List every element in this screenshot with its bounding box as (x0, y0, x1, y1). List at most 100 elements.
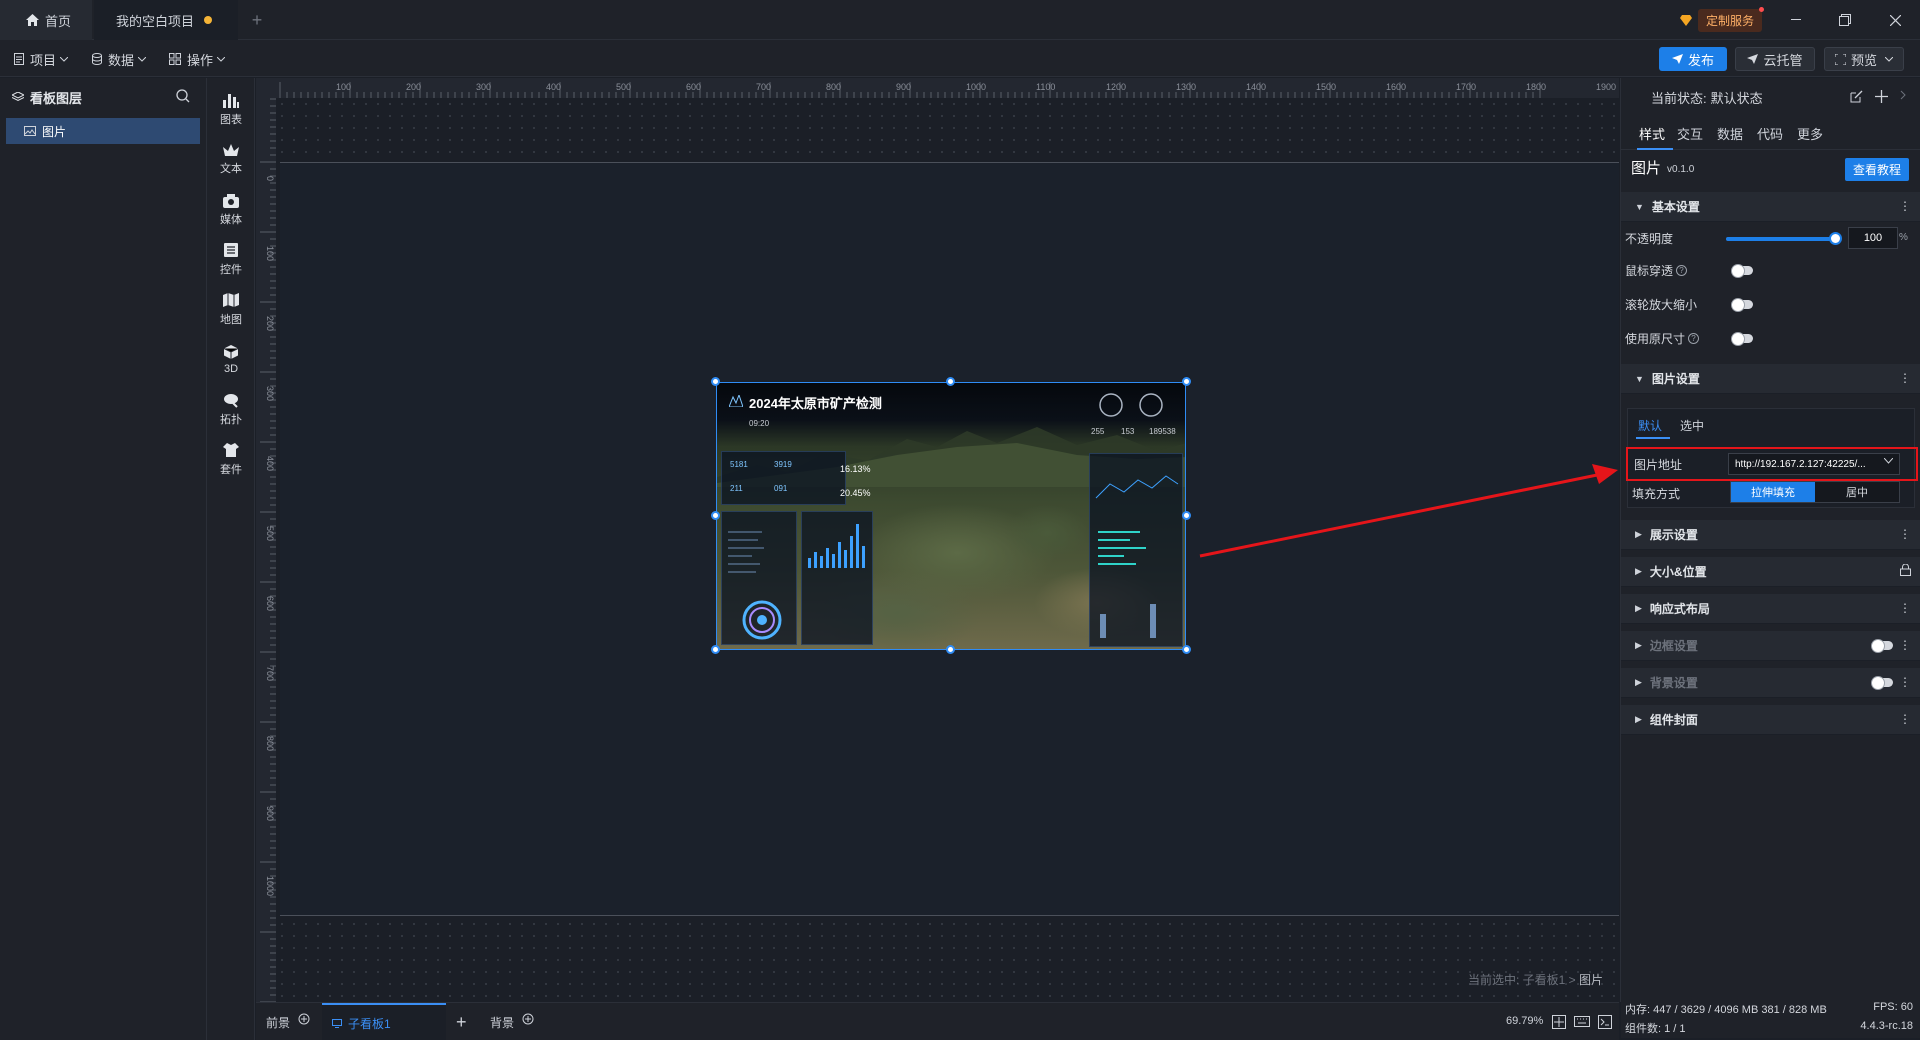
mini-bar-graphic (808, 524, 865, 568)
chevron-right-icon[interactable] (1900, 90, 1906, 103)
tab-code[interactable]: 代码 (1757, 124, 1783, 143)
vertical-ruler[interactable]: 0 100 200 300 400 500 600 700 800 900 1000 (256, 78, 276, 1002)
section-basic-settings[interactable]: ▼ 基本设置 ⋮ (1621, 192, 1920, 222)
image-component[interactable]: 2024年太原市矿产检测 09:20 5181 3919 211 091 16.… (716, 382, 1186, 650)
section-component-cover[interactable]: ▶ 组件封面 ⋮ (1621, 705, 1920, 735)
subtab-default[interactable]: 默认 (1638, 417, 1662, 434)
component-map[interactable]: 地图 (207, 284, 255, 334)
add-board-button[interactable]: + (456, 1003, 467, 1040)
caret-right-icon: ▶ (1635, 714, 1642, 724)
opacity-input[interactable]: 100 (1848, 227, 1898, 249)
fill-center-option[interactable]: 居中 (1815, 482, 1899, 502)
gauge-value: 255 (1091, 427, 1105, 436)
section-image-settings[interactable]: ▼ 图片设置 ⋮ (1621, 364, 1920, 394)
menu-operate[interactable]: 操作 (169, 49, 226, 69)
section-size-position[interactable]: ▶ 大小&位置 (1621, 557, 1920, 587)
view-tutorial-button[interactable]: 查看教程 (1844, 158, 1909, 181)
ruler-tick-label: 400 (265, 456, 275, 471)
restore-button[interactable] (1834, 10, 1856, 30)
resize-handle-w[interactable] (711, 511, 720, 520)
edit-icon[interactable] (1850, 90, 1863, 103)
component-widget[interactable]: 控件 (207, 234, 255, 284)
kebab-menu-icon[interactable]: ⋮ (1899, 199, 1911, 213)
resize-handle-se[interactable] (1182, 645, 1191, 654)
add-tab-button[interactable]: + (246, 0, 268, 40)
state-value[interactable]: 默认状态 (1711, 88, 1763, 107)
zoom-level[interactable]: 69.79% (1506, 1015, 1543, 1027)
original-size-row: 使用原尺寸? (1621, 324, 1920, 352)
resize-handle-nw[interactable] (711, 377, 720, 386)
add-icon[interactable] (1875, 90, 1888, 103)
resize-handle-n[interactable] (946, 377, 955, 386)
border-toggle[interactable] (1871, 639, 1893, 653)
search-icon[interactable] (176, 89, 190, 103)
subtab-selected[interactable]: 选中 (1680, 417, 1704, 434)
component-topology[interactable]: 拓扑 (207, 384, 255, 434)
caret-down-icon: ▼ (1635, 373, 1644, 384)
menu-project[interactable]: 项目 (14, 49, 69, 69)
component-3d[interactable]: 3D (207, 334, 255, 384)
kebab-menu-icon[interactable]: ⋮ (1899, 527, 1911, 541)
tab-style[interactable]: 样式 (1639, 124, 1665, 143)
original-size-toggle[interactable] (1731, 331, 1753, 346)
help-icon[interactable]: ? (1688, 332, 1700, 344)
tab-interaction[interactable]: 交互 (1677, 124, 1703, 143)
image-url-select[interactable]: http://192.167.2.127:42225/... (1728, 453, 1900, 475)
kebab-menu-icon[interactable]: ⋮ (1899, 638, 1911, 652)
ruler-tick-label: 700 (756, 82, 771, 92)
custom-service-button[interactable]: 定制服务 (1680, 6, 1765, 32)
mouse-through-toggle[interactable] (1731, 263, 1753, 278)
tab-background[interactable]: 背景 (490, 1003, 534, 1040)
horizontal-ruler[interactable]: 100 200 300 400 500 600 700 800 900 1000 1100 1200 1… (256, 78, 1619, 98)
wheel-zoom-toggle[interactable] (1731, 297, 1753, 312)
component-topology-label: 拓扑 (220, 413, 242, 426)
background-toggle[interactable] (1871, 676, 1893, 690)
ruler-tick-label: 1000 (966, 82, 986, 92)
section-border-settings[interactable]: ▶ 边框设置 ⋮ (1621, 631, 1920, 661)
preview-button[interactable]: 预览 (1824, 47, 1904, 71)
gauge-value: 153 (1121, 427, 1135, 436)
terminal-icon[interactable] (1598, 1015, 1612, 1029)
cloud-hosting-button[interactable]: 云托管 (1735, 47, 1815, 71)
tab-foreground[interactable]: 前景 (266, 1003, 310, 1040)
menu-data[interactable]: 数据 (92, 49, 147, 69)
kebab-menu-icon[interactable]: ⋮ (1899, 371, 1911, 385)
kebab-menu-icon[interactable]: ⋮ (1899, 675, 1911, 689)
opacity-slider-handle[interactable] (1829, 232, 1842, 245)
publish-button[interactable]: 发布 (1659, 47, 1727, 71)
opacity-slider[interactable] (1726, 232, 1842, 245)
lock-icon[interactable] (1900, 564, 1911, 576)
chevron-down-icon (138, 56, 147, 62)
kebab-menu-icon[interactable]: ⋮ (1899, 712, 1911, 726)
component-media[interactable]: 媒体 (207, 184, 255, 234)
resize-handle-s[interactable] (946, 645, 955, 654)
original-size-label: 使用原尺寸 (1625, 331, 1686, 346)
opacity-label: 不透明度 (1625, 231, 1674, 246)
add-circle-icon[interactable] (522, 1013, 534, 1025)
caret-right-icon: ▶ (1635, 603, 1642, 613)
caret-right-icon: ▶ (1635, 640, 1642, 650)
close-icon[interactable] (1884, 10, 1906, 30)
kebab-menu-icon[interactable]: ⋮ (1899, 601, 1911, 615)
section-background-settings[interactable]: ▶ 背景设置 ⋮ (1621, 668, 1920, 698)
resize-handle-ne[interactable] (1182, 377, 1191, 386)
tab-home[interactable]: 首页 (0, 0, 92, 40)
layer-item-image[interactable]: 图片 (6, 118, 200, 144)
section-display-settings[interactable]: ▶ 展示设置 ⋮ (1621, 520, 1920, 550)
tab-data[interactable]: 数据 (1717, 124, 1743, 143)
keyboard-icon[interactable] (1574, 1016, 1590, 1027)
fill-stretch-option[interactable]: 拉伸填充 (1731, 482, 1815, 502)
tab-more[interactable]: 更多 (1797, 124, 1823, 143)
component-3d-label: 3D (223, 362, 239, 375)
tab-subboard[interactable]: 子看板1 (322, 1003, 446, 1040)
resize-handle-sw[interactable] (711, 645, 720, 654)
section-responsive-layout[interactable]: ▶ 响应式布局 ⋮ (1621, 594, 1920, 624)
fit-screen-icon[interactable] (1552, 1015, 1566, 1029)
add-circle-icon[interactable] (298, 1013, 310, 1025)
tab-project[interactable]: 我的空白项目 (94, 0, 238, 40)
component-suite[interactable]: 套件 (207, 434, 255, 484)
component-chart[interactable]: 图表 (207, 84, 255, 134)
minimize-button[interactable] (1785, 10, 1807, 30)
component-text[interactable]: 文本 (207, 134, 255, 184)
help-icon[interactable]: ? (1676, 264, 1688, 276)
